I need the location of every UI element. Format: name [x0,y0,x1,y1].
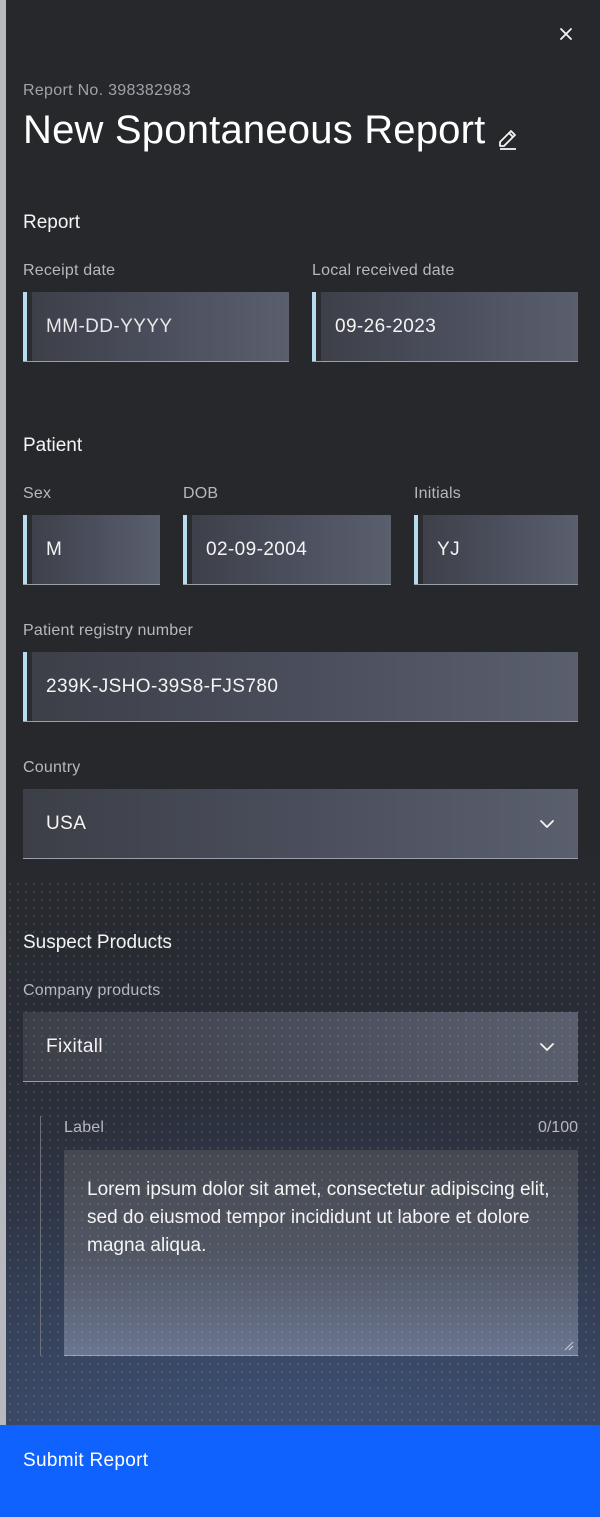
section-report-heading: Report [23,212,81,233]
edit-title-button[interactable] [496,126,520,150]
section-suspect-products-heading: Suspect Products [23,932,172,953]
registry-number-value: 239K-JSHO-39S8-FJS780 [46,675,279,697]
label-textarea[interactable]: Lorem ipsum dolor sit amet, consectetur … [64,1150,578,1356]
close-icon [560,28,572,40]
resize-handle-icon[interactable] [562,1339,574,1351]
textarea-text: Lorem ipsum dolor sit amet, consectetur … [87,1179,550,1256]
local-received-date-input[interactable]: 09-26-2023 [312,292,578,362]
receipt-date-label: Receipt date [23,262,116,279]
dob-label: DOB [183,485,219,502]
sex-value: M [46,538,63,560]
sex-label: Sex [23,485,52,502]
chevron-down-icon [540,820,554,828]
company-products-value: Fixitall [46,1035,104,1057]
nested-group-divider [40,1116,41,1356]
submit-report-button[interactable]: Submit Report [0,1425,600,1517]
section-patient-heading: Patient [23,435,83,456]
pencil-icon [499,130,516,150]
chevron-down-icon [540,1043,554,1051]
dob-input[interactable]: 02-09-2004 [183,515,391,585]
registry-number-input[interactable]: 239K-JSHO-39S8-FJS780 [23,652,578,722]
initials-value: YJ [437,538,460,560]
character-counter: 0/100 [537,1119,578,1136]
report-number: Report No. 398382983 [23,82,191,99]
country-label: Country [23,759,81,776]
receipt-date-input[interactable]: MM-DD-YYYY [23,292,289,362]
registry-number-label: Patient registry number [23,622,194,639]
receipt-date-placeholder: MM-DD-YYYY [46,315,173,337]
company-products-label: Company products [23,982,161,999]
local-received-date-value: 09-26-2023 [335,315,437,337]
initials-input[interactable]: YJ [414,515,578,585]
side-panel: Report No. 398382983 New Spontaneous Rep… [6,0,600,1517]
initials-label: Initials [414,485,461,502]
local-received-date-label: Local received date [312,262,455,279]
textarea-label: Label [64,1119,105,1136]
company-products-select[interactable]: Fixitall [23,1012,578,1082]
sex-input[interactable]: M [23,515,160,585]
dob-value: 02-09-2004 [206,538,308,560]
country-select[interactable]: USA [23,789,578,859]
page-title: New Spontaneous Report [23,108,486,152]
close-button[interactable] [554,22,578,46]
country-value: USA [46,812,87,834]
